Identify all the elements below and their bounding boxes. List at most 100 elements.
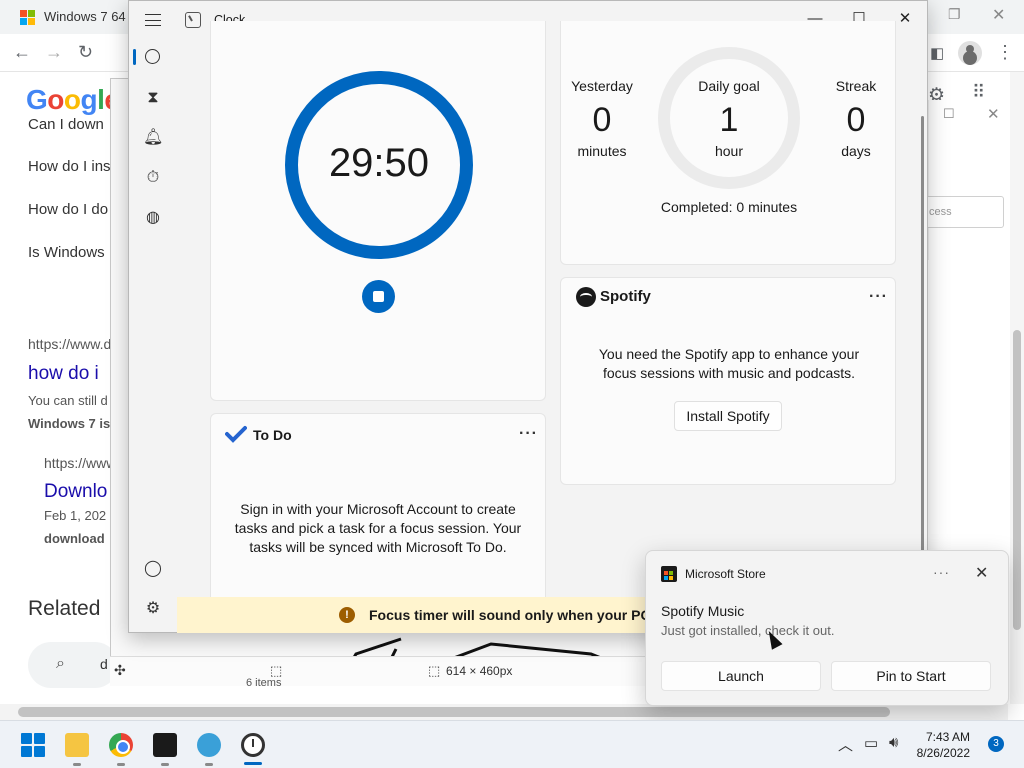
profile-avatar[interactable] bbox=[958, 41, 982, 65]
spotify-message: You need the Spotify app to enhance your… bbox=[598, 346, 860, 381]
volume-icon[interactable]: 🔊︎ bbox=[889, 734, 898, 751]
todo-card-title: To Do bbox=[253, 427, 292, 443]
related-search-pill[interactable]: ⌕ d bbox=[28, 642, 118, 688]
people-also-ask-item[interactable]: How do I ins bbox=[28, 158, 111, 175]
network-icon[interactable]: ▭ bbox=[864, 734, 878, 752]
windows-logo-icon bbox=[20, 10, 35, 25]
show-hidden-icons-chevron-icon[interactable]: ︿ bbox=[838, 734, 853, 755]
google-letter: o bbox=[47, 84, 64, 115]
world-clock-globe-icon[interactable]: ◍ bbox=[143, 208, 163, 228]
streak-unit: days bbox=[841, 143, 871, 159]
clock-taskbar-icon[interactable] bbox=[241, 733, 265, 757]
search-icon: ⌕ bbox=[56, 655, 65, 672]
focus-sessions-icon[interactable] bbox=[143, 47, 163, 67]
result-url: https://www.d bbox=[28, 336, 112, 352]
move-cursor-icon: ✣ bbox=[114, 662, 126, 678]
stopwatch-icon[interactable]: ⏱︎ bbox=[143, 168, 163, 188]
result-snippet: You can still d bbox=[28, 393, 108, 408]
timer-hourglass-icon[interactable]: ⧗ bbox=[143, 88, 163, 108]
clock-scrollbar[interactable] bbox=[921, 116, 924, 581]
result-snippet-bold: download bbox=[44, 531, 105, 546]
side-panel-icon[interactable]: ◧ bbox=[930, 44, 944, 62]
microsoft-store-icon bbox=[661, 566, 677, 582]
timer-display: 29:50 bbox=[328, 141, 430, 185]
notification-count-badge[interactable]: 3 bbox=[988, 736, 1004, 752]
panel-maximize-icon[interactable]: ☐ bbox=[943, 106, 955, 122]
browser-tab-title[interactable]: Windows 7 64 b bbox=[44, 9, 137, 24]
account-person-icon[interactable]: ◯ bbox=[143, 559, 163, 579]
running-indicator bbox=[161, 763, 169, 766]
result-snippet-bold: Windows 7 is bbox=[28, 416, 111, 431]
daily-goal-value[interactable]: 1 bbox=[679, 101, 779, 140]
right-panel: ☐ ✕ bbox=[928, 100, 1010, 260]
canvas-dimensions: 614 × 460px bbox=[446, 664, 513, 678]
start-button[interactable] bbox=[21, 733, 45, 757]
daily-goal-unit: hour bbox=[714, 143, 744, 159]
google-logo[interactable]: Google bbox=[26, 84, 120, 116]
system-clock[interactable]: 7:43 AM 8/26/2022 bbox=[900, 729, 970, 761]
spotify-more-options-icon[interactable]: ··· bbox=[869, 288, 888, 306]
toast-message: Just got installed, check it out. bbox=[661, 623, 835, 638]
result-link[interactable]: Downlo bbox=[44, 481, 107, 503]
clock-app-window: Clock — ☐ ✕ ⧗ 🔔︎ ⏱︎ ◍ ◯ ⚙ 29:50 Yesterda… bbox=[128, 0, 928, 633]
people-also-ask-item[interactable]: Can I down bbox=[28, 116, 104, 133]
reload-icon[interactable]: ↻ bbox=[78, 42, 93, 63]
forward-icon[interactable]: → bbox=[45, 42, 63, 63]
notification-toast[interactable]: Microsoft Store ··· ✕ Spotify Music Just… bbox=[645, 550, 1009, 706]
yesterday-unit: minutes bbox=[577, 143, 627, 159]
running-indicator bbox=[117, 763, 125, 766]
paint-icon[interactable] bbox=[197, 733, 221, 757]
install-spotify-button[interactable]: Install Spotify bbox=[674, 401, 782, 431]
yesterday-value: 0 bbox=[592, 101, 612, 139]
vertical-scroll-thumb[interactable] bbox=[1013, 330, 1021, 630]
spotify-card-title: Spotify bbox=[600, 288, 651, 305]
chrome-icon[interactable] bbox=[109, 733, 133, 757]
panel-close-icon[interactable]: ✕ bbox=[987, 105, 1000, 123]
browser-close-icon[interactable]: ✕ bbox=[992, 5, 1005, 25]
launch-button[interactable]: Launch bbox=[661, 661, 821, 691]
yesterday-label: Yesterday bbox=[571, 78, 633, 94]
related-searches-heading: Related bbox=[28, 597, 101, 620]
paint-status-bar: ✣ ⬚ ⬚ 614 × 460px 6 items bbox=[110, 656, 650, 689]
result-url: https://www bbox=[44, 455, 117, 471]
streak-label: Streak bbox=[835, 78, 877, 94]
alarm-bell-icon[interactable]: 🔔︎ bbox=[143, 128, 163, 148]
canvas-size-icon: ⬚ bbox=[428, 663, 441, 678]
warning-icon: ! bbox=[339, 607, 355, 623]
clock-nav-sidebar: ⧗ 🔔︎ ⏱︎ ◍ ◯ ⚙ bbox=[129, 1, 177, 632]
clock-date: 8/26/2022 bbox=[916, 746, 970, 760]
horizontal-scroll-thumb[interactable] bbox=[18, 707, 890, 717]
todo-more-options-icon[interactable]: ··· bbox=[519, 425, 538, 443]
completed-minutes: Completed: 0 minutes bbox=[660, 199, 798, 215]
google-letter: g bbox=[80, 84, 98, 115]
stop-focus-button[interactable] bbox=[362, 280, 395, 313]
daily-goal-label: Daily goal bbox=[698, 78, 760, 94]
file-explorer-icon[interactable] bbox=[65, 733, 89, 757]
clock-app-icon bbox=[185, 12, 201, 28]
microsoft-store-taskbar-icon[interactable] bbox=[153, 733, 177, 757]
item-count: 6 items bbox=[246, 677, 282, 689]
running-indicator bbox=[73, 763, 81, 766]
toast-title: Spotify Music bbox=[661, 603, 745, 619]
toast-close-icon[interactable]: ✕ bbox=[975, 563, 988, 583]
people-also-ask-item[interactable]: How do I do bbox=[28, 201, 108, 218]
spotify-logo-icon bbox=[576, 287, 596, 307]
people-also-ask-item[interactable]: Is Windows bbox=[28, 244, 105, 261]
pin-to-start-button[interactable]: Pin to Start bbox=[831, 661, 991, 691]
google-letter: G bbox=[26, 84, 48, 115]
settings-gear-icon[interactable]: ⚙ bbox=[143, 599, 163, 619]
result-link[interactable]: how do i bbox=[28, 363, 99, 385]
active-app-indicator bbox=[244, 762, 262, 765]
google-letter: o bbox=[63, 84, 81, 115]
nav-active-indicator bbox=[133, 49, 136, 65]
hamburger-menu-icon[interactable] bbox=[145, 14, 161, 26]
menu-dots-icon[interactable]: ⋮ bbox=[996, 42, 1014, 63]
browser-restore-icon[interactable]: ❐ bbox=[948, 6, 961, 23]
toast-app-name: Microsoft Store bbox=[685, 567, 766, 581]
todo-message: Sign in with your Microsoft Account to c… bbox=[234, 501, 522, 555]
right-panel-search-input[interactable]: cess bbox=[920, 196, 1004, 228]
toast-more-icon[interactable]: ··· bbox=[933, 564, 950, 580]
result-date: Feb 1, 202 bbox=[44, 508, 107, 523]
running-indicator bbox=[205, 763, 213, 766]
back-icon[interactable]: ← bbox=[13, 42, 31, 63]
